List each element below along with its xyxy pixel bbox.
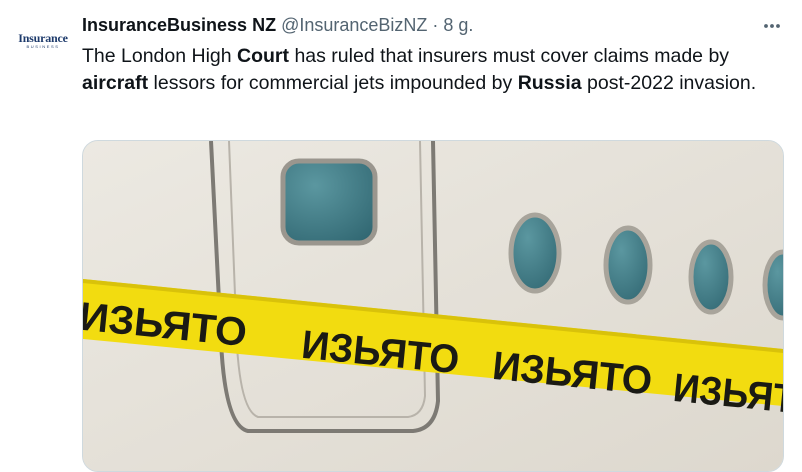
door-window	[280, 158, 378, 246]
tweet-text: The London High Court has ruled that ins…	[82, 43, 782, 97]
tweet-text-keyword: Court	[237, 45, 290, 67]
avatar-brand-text: Insurance	[18, 30, 68, 45]
tweet-timestamp[interactable]: 8 g.	[443, 15, 473, 36]
tweet-text-segment: has ruled that insurers must cover claim…	[289, 45, 730, 67]
cabin-window	[688, 239, 734, 315]
tweet-text-keyword: Russia	[517, 72, 582, 94]
more-horizontal-icon	[764, 24, 780, 28]
header-separator: ·	[432, 14, 439, 35]
author-handle[interactable]: @InsuranceBizNZ	[281, 15, 427, 36]
author-display-name[interactable]: InsuranceBusiness NZ	[82, 15, 276, 36]
tweet-media-image[interactable]: ИЗЬЯТО ИЗЬЯТО ИЗЬЯТО ИЗЬЯТО	[82, 140, 784, 472]
tweet-text-segment: The London High	[82, 45, 238, 67]
tweet-text-keyword: aircraft	[82, 72, 149, 94]
tweet-header: InsuranceBusiness NZ @InsuranceBizNZ · 8…	[82, 13, 473, 37]
cabin-window	[762, 249, 783, 321]
tweet-text-segment: post-2022 invasion.	[581, 72, 757, 94]
tweet-text-segment: lessors for commercial jets impounded by	[148, 72, 518, 94]
avatar-brand-subtext: BUSINESS	[26, 43, 60, 49]
cabin-window	[508, 212, 562, 294]
cabin-window	[603, 225, 653, 305]
more-options-button[interactable]	[760, 14, 784, 38]
avatar[interactable]: Insurance BUSINESS	[12, 20, 74, 60]
